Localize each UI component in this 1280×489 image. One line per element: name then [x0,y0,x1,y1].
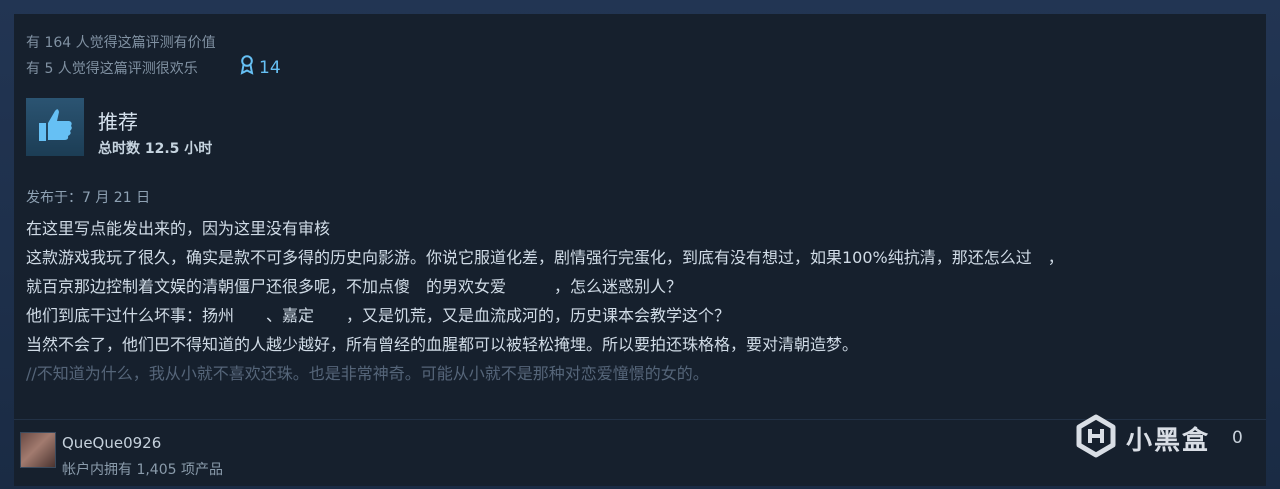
xiaoheihe-logo-icon [1074,414,1118,462]
review-line: 这款游戏我玩了很久，确实是款不可多得的历史向影游。你说它服道化差，剧情强行完蛋化… [26,248,1064,267]
avatar[interactable] [20,432,56,468]
review-verdict: 推荐 [98,110,138,134]
review-body: 在这里写点能发出来的，因为这里没有审核 这款游戏我玩了很久，确实是款不可多得的历… [26,214,1256,388]
review-line: 他们到底干过什么坏事：扬州 、嘉定 ，又是饥荒，又是血流成河的，历史课本会教学这… [26,306,731,325]
playtime-hours: 总时数 12.5 小时 [98,141,213,157]
recommended-thumb [26,98,84,156]
watermark-text: 小黑盒 [1126,425,1211,456]
review-line: 当然不会了，他们巴不得知道的人越少越好，所有曾经的血腥都可以被轻松掩埋。所以要拍… [26,335,859,354]
footer-count: 0 [1232,428,1243,448]
award-icon [240,55,259,80]
award-count: 14 [259,57,281,78]
award-badge[interactable]: 14 [240,55,281,80]
review-line: 就百京那边控制着文娱的清朝僵尸还很多呢，不加点傻 的男欢女爱 ，怎么迷惑别人？ [26,277,683,296]
review-line: 在这里写点能发出来的，因为这里没有审核 [26,219,331,238]
author-name[interactable]: QueQue0926 [62,434,161,452]
thumbs-up-icon [33,103,77,151]
posted-date: 发布于：7 月 21 日 [26,190,151,206]
review-line-faded: //不知道为什么，我从小就不喜欢还珠。也是非常神奇。可能从小就不是那种对恋爱憧憬… [26,364,709,383]
funny-count: 有 5 人觉得这篇评测很欢乐 [26,61,198,77]
author-products: 帐户内拥有 1,405 项产品 [62,462,223,478]
watermark: 小黑盒 [1074,414,1210,462]
helpful-count: 有 164 人觉得这篇评测有价值 [26,35,216,51]
